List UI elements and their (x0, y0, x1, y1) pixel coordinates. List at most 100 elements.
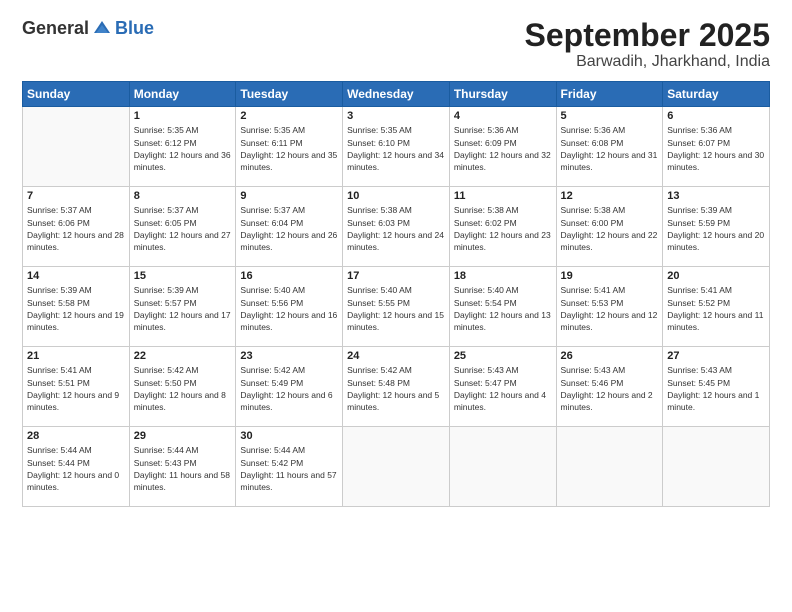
cell-info: Sunrise: 5:43 AMSunset: 5:45 PMDaylight:… (667, 364, 765, 413)
day-number: 18 (454, 270, 552, 282)
header: General Blue September 2025 Barwadih, Jh… (22, 18, 770, 71)
table-row: 21 Sunrise: 5:41 AMSunset: 5:51 PMDayligh… (23, 347, 130, 427)
cell-info: Sunrise: 5:35 AMSunset: 6:12 PMDaylight:… (134, 124, 232, 173)
cell-info: Sunrise: 5:42 AMSunset: 5:48 PMDaylight:… (347, 364, 445, 413)
cell-info: Sunrise: 5:39 AMSunset: 5:58 PMDaylight:… (27, 284, 125, 333)
cell-info: Sunrise: 5:41 AMSunset: 5:53 PMDaylight:… (561, 284, 659, 333)
cell-info: Sunrise: 5:42 AMSunset: 5:50 PMDaylight:… (134, 364, 232, 413)
day-number: 15 (134, 270, 232, 282)
table-row: 29 Sunrise: 5:44 AMSunset: 5:43 PMDayligh… (129, 427, 236, 507)
day-number: 4 (454, 110, 552, 122)
table-row: 2 Sunrise: 5:35 AMSunset: 6:11 PMDaylight… (236, 107, 343, 187)
cell-info: Sunrise: 5:40 AMSunset: 5:55 PMDaylight:… (347, 284, 445, 333)
cell-info: Sunrise: 5:44 AMSunset: 5:44 PMDaylight:… (27, 444, 125, 493)
col-friday: Friday (556, 82, 663, 107)
table-row: 12 Sunrise: 5:38 AMSunset: 6:00 PMDayligh… (556, 187, 663, 267)
table-row: 8Sunrise: 5:37 AMSunset: 6:05 PMDaylight… (129, 187, 236, 267)
table-row (343, 427, 450, 507)
day-number: 5 (561, 110, 659, 122)
cell-info: Sunrise: 5:41 AMSunset: 5:52 PMDaylight:… (667, 284, 765, 333)
day-number: 21 (27, 350, 125, 362)
cell-info: Sunrise: 5:43 AMSunset: 5:47 PMDaylight:… (454, 364, 552, 413)
cell-info: Sunrise: 5:39 AMSunset: 5:57 PMDaylight:… (134, 284, 232, 333)
table-row: 14Sunrise: 5:39 AMSunset: 5:58 PMDayligh… (23, 267, 130, 347)
day-number: 12 (561, 190, 659, 202)
table-row: 22 Sunrise: 5:42 AMSunset: 5:50 PMDayligh… (129, 347, 236, 427)
cell-info: Sunrise: 5:36 AMSunset: 6:09 PMDaylight:… (454, 124, 552, 173)
table-row: 3Sunrise: 5:35 AMSunset: 6:10 PMDaylight… (343, 107, 450, 187)
table-row: 1 Sunrise: 5:35 AMSunset: 6:12 PMDaylight… (129, 107, 236, 187)
table-row (663, 427, 770, 507)
cell-info: Sunrise: 5:36 AMSunset: 6:08 PMDaylight:… (561, 124, 659, 173)
table-row: 6 Sunrise: 5:36 AMSunset: 6:07 PMDaylight… (663, 107, 770, 187)
day-number: 16 (240, 270, 338, 282)
table-row: 24 Sunrise: 5:42 AMSunset: 5:48 PMDayligh… (343, 347, 450, 427)
cell-info: Sunrise: 5:40 AMSunset: 5:54 PMDaylight:… (454, 284, 552, 333)
cell-info: Sunrise: 5:37 AMSunset: 6:04 PMDaylight:… (240, 204, 338, 253)
day-number: 25 (454, 350, 552, 362)
col-thursday: Thursday (449, 82, 556, 107)
table-row: 19 Sunrise: 5:41 AMSunset: 5:53 PMDayligh… (556, 267, 663, 347)
col-tuesday: Tuesday (236, 82, 343, 107)
col-sunday: Sunday (23, 82, 130, 107)
table-row: 7 Sunrise: 5:37 AMSunset: 6:06 PMDaylight… (23, 187, 130, 267)
day-number: 1 (134, 110, 232, 122)
cell-info: Sunrise: 5:35 AMSunset: 6:10 PMDaylight:… (347, 124, 445, 173)
day-number: 24 (347, 350, 445, 362)
cell-info: Sunrise: 5:37 AMSunset: 6:05 PMDaylight:… (134, 204, 232, 253)
day-number: 13 (667, 190, 765, 202)
table-row: 17 Sunrise: 5:40 AMSunset: 5:55 PMDayligh… (343, 267, 450, 347)
day-number: 22 (134, 350, 232, 362)
calendar-table: Sunday Monday Tuesday Wednesday Thursday… (22, 81, 770, 507)
month-title: September 2025 (525, 18, 770, 53)
cell-info: Sunrise: 5:41 AMSunset: 5:51 PMDaylight:… (27, 364, 125, 413)
cell-info: Sunrise: 5:37 AMSunset: 6:06 PMDaylight:… (27, 204, 125, 253)
table-row: 28Sunrise: 5:44 AMSunset: 5:44 PMDayligh… (23, 427, 130, 507)
cell-info: Sunrise: 5:35 AMSunset: 6:11 PMDaylight:… (240, 124, 338, 173)
table-row: 9Sunrise: 5:37 AMSunset: 6:04 PMDaylight… (236, 187, 343, 267)
day-number: 19 (561, 270, 659, 282)
title-block: September 2025 Barwadih, Jharkhand, Indi… (525, 18, 770, 71)
table-row (556, 427, 663, 507)
table-row: 20 Sunrise: 5:41 AMSunset: 5:52 PMDayligh… (663, 267, 770, 347)
cell-info: Sunrise: 5:36 AMSunset: 6:07 PMDaylight:… (667, 124, 765, 173)
cell-info: Sunrise: 5:44 AMSunset: 5:43 PMDaylight:… (134, 444, 232, 493)
col-monday: Monday (129, 82, 236, 107)
day-number: 17 (347, 270, 445, 282)
day-number: 27 (667, 350, 765, 362)
table-row: 23 Sunrise: 5:42 AMSunset: 5:49 PMDayligh… (236, 347, 343, 427)
table-row (449, 427, 556, 507)
day-number: 23 (240, 350, 338, 362)
table-row: 16Sunrise: 5:40 AMSunset: 5:56 PMDayligh… (236, 267, 343, 347)
logo-blue: Blue (115, 18, 154, 39)
day-number: 7 (27, 190, 125, 202)
day-number: 6 (667, 110, 765, 122)
cell-info: Sunrise: 5:43 AMSunset: 5:46 PMDaylight:… (561, 364, 659, 413)
table-row: 27 Sunrise: 5:43 AMSunset: 5:45 PMDayligh… (663, 347, 770, 427)
table-row: 18 Sunrise: 5:40 AMSunset: 5:54 PMDayligh… (449, 267, 556, 347)
calendar-header-row: Sunday Monday Tuesday Wednesday Thursday… (23, 82, 770, 107)
cell-info: Sunrise: 5:44 AMSunset: 5:42 PMDaylight:… (240, 444, 338, 493)
table-row: 26 Sunrise: 5:43 AMSunset: 5:46 PMDayligh… (556, 347, 663, 427)
day-number: 2 (240, 110, 338, 122)
table-row: 4 Sunrise: 5:36 AMSunset: 6:09 PMDaylight… (449, 107, 556, 187)
table-row: 30Sunrise: 5:44 AMSunset: 5:42 PMDayligh… (236, 427, 343, 507)
logo-general: General (22, 18, 89, 39)
table-row (23, 107, 130, 187)
table-row: 15 Sunrise: 5:39 AMSunset: 5:57 PMDayligh… (129, 267, 236, 347)
day-number: 10 (347, 190, 445, 202)
day-number: 11 (454, 190, 552, 202)
table-row: 11Sunrise: 5:38 AMSunset: 6:02 PMDayligh… (449, 187, 556, 267)
cell-info: Sunrise: 5:39 AMSunset: 5:59 PMDaylight:… (667, 204, 765, 253)
table-row: 13 Sunrise: 5:39 AMSunset: 5:59 PMDayligh… (663, 187, 770, 267)
cell-info: Sunrise: 5:42 AMSunset: 5:49 PMDaylight:… (240, 364, 338, 413)
table-row: 5 Sunrise: 5:36 AMSunset: 6:08 PMDaylight… (556, 107, 663, 187)
logo-icon (92, 19, 112, 39)
day-number: 29 (134, 430, 232, 442)
day-number: 26 (561, 350, 659, 362)
col-wednesday: Wednesday (343, 82, 450, 107)
table-row: 25 Sunrise: 5:43 AMSunset: 5:47 PMDayligh… (449, 347, 556, 427)
location-title: Barwadih, Jharkhand, India (525, 53, 770, 71)
cell-info: Sunrise: 5:38 AMSunset: 6:00 PMDaylight:… (561, 204, 659, 253)
day-number: 20 (667, 270, 765, 282)
